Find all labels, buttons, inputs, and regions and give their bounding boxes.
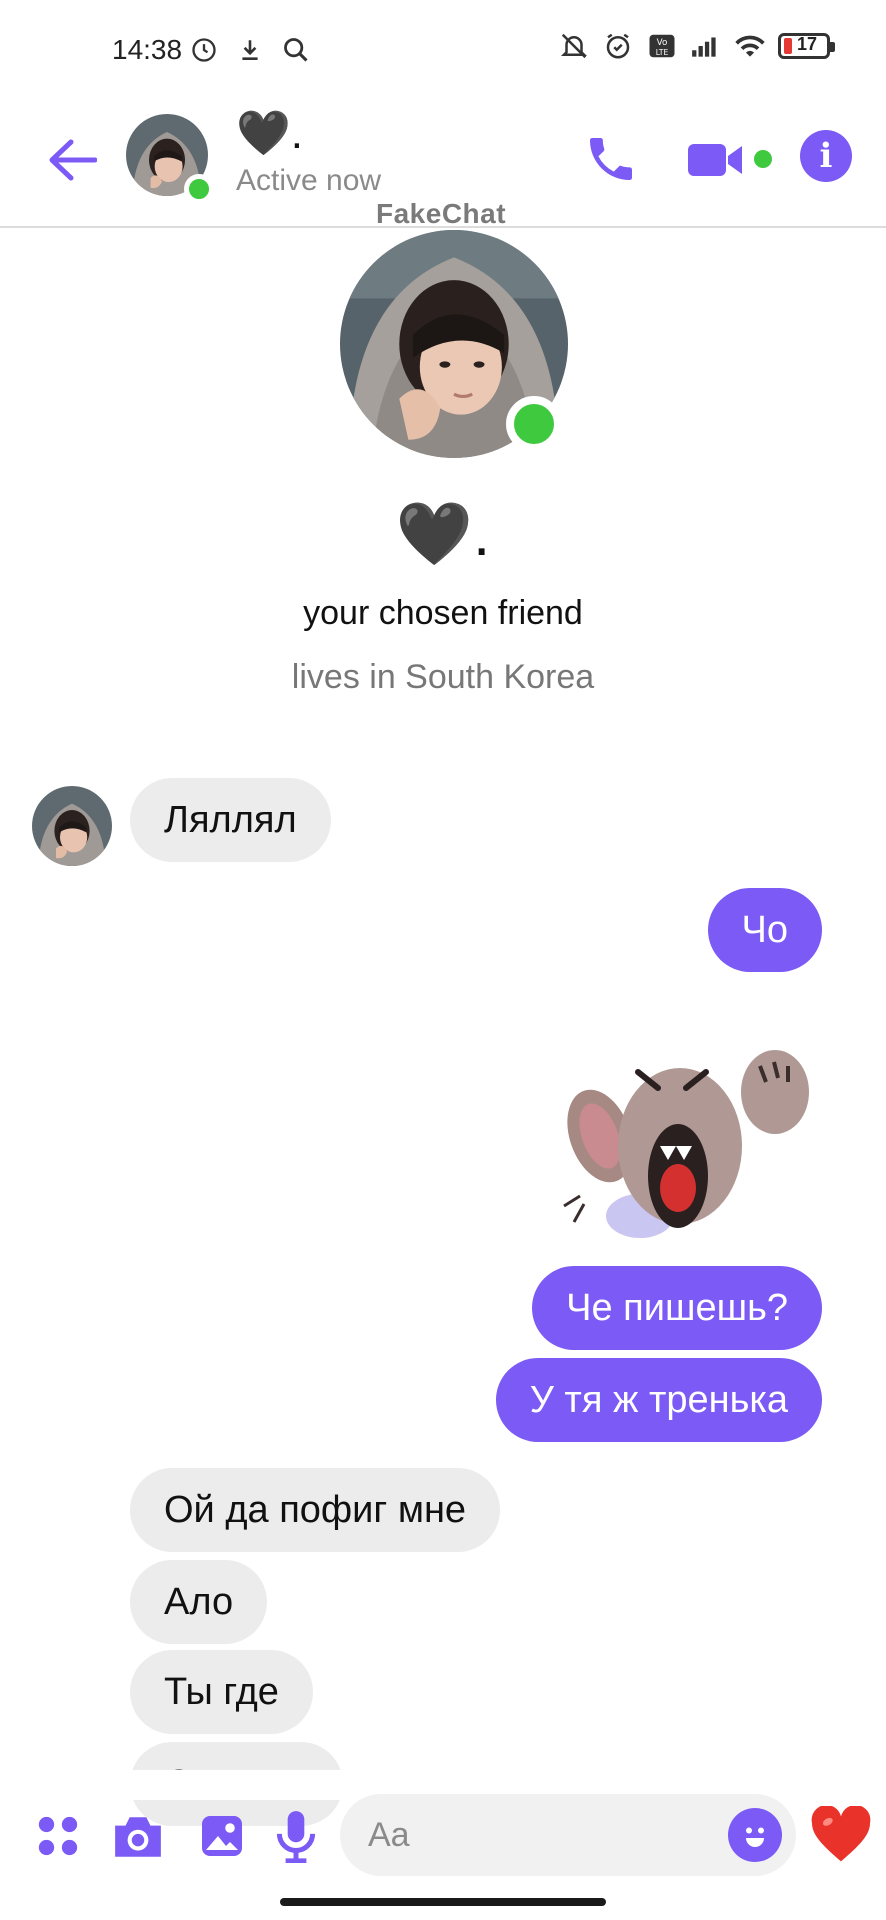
alarm-clock-icon: [188, 34, 220, 66]
profile-location: lives in South Korea: [291, 658, 595, 696]
video-camera-icon: [688, 144, 742, 176]
info-button[interactable]: i: [800, 130, 852, 182]
message-input[interactable]: [368, 1808, 728, 1862]
profile-avatar[interactable]: [340, 230, 568, 458]
heart-button[interactable]: [806, 1802, 876, 1868]
info-icon: i: [819, 136, 833, 176]
battery-icon: 17: [778, 33, 835, 59]
message-incoming[interactable]: Ляллял: [130, 778, 331, 862]
message-input-container: [340, 1794, 796, 1876]
voice-call-button[interactable]: [576, 124, 646, 194]
video-active-dot: [754, 150, 772, 168]
message-outgoing[interactable]: Че пишешь?: [532, 1266, 822, 1350]
camera-button[interactable]: [108, 1806, 168, 1866]
signal-icon: [690, 30, 722, 62]
profile-tagline: your chosen friend: [303, 594, 583, 632]
svg-text:Vo: Vo: [657, 38, 668, 48]
message-outgoing[interactable]: У тя ж тренька: [495, 1358, 822, 1442]
home-indicator[interactable]: [280, 1898, 606, 1906]
angry-elephant-sticker[interactable]: [560, 1036, 830, 1246]
emoji-icon: [746, 1827, 764, 1847]
video-call-button[interactable]: [686, 130, 776, 190]
apps-grid-icon: [38, 1816, 78, 1856]
voice-message-button[interactable]: [266, 1806, 326, 1866]
profile-name: 🖤.: [395, 500, 491, 569]
camera-icon: [115, 1817, 161, 1857]
download-icon: [234, 34, 266, 66]
gallery-button[interactable]: [192, 1806, 252, 1866]
contact-status: Active now: [236, 164, 382, 197]
bell-off-icon: [558, 30, 590, 62]
microphone-icon: [276, 1811, 316, 1863]
message-composer: [0, 1790, 886, 1880]
back-button[interactable]: [40, 128, 104, 192]
message-incoming[interactable]: Ты где: [130, 1650, 313, 1734]
svg-text:LTE: LTE: [656, 48, 669, 57]
alarm-icon: [602, 30, 634, 62]
volte-icon: Vo LTE: [646, 30, 678, 62]
message-avatar[interactable]: [32, 786, 112, 866]
emoji-button[interactable]: [728, 1808, 782, 1862]
online-indicator: [184, 174, 214, 204]
watermark: FakeChat: [376, 198, 507, 229]
message-incoming[interactable]: Ой да пофиг мне: [130, 1468, 501, 1552]
heart-icon: [811, 1806, 871, 1862]
back-arrow-icon: [49, 139, 97, 181]
contact-avatar[interactable]: [126, 114, 214, 204]
message-outgoing[interactable]: Чо: [707, 888, 822, 972]
phone-icon: [590, 138, 632, 180]
status-bar: 14:38 Vo LTE 17: [0, 0, 886, 100]
contact-name[interactable]: 🖤.: [236, 106, 303, 162]
message-incoming[interactable]: Ало: [130, 1560, 268, 1644]
status-time: 14:38: [112, 34, 183, 65]
gallery-icon: [202, 1816, 242, 1856]
online-indicator: [506, 396, 562, 452]
search-icon: [280, 34, 312, 66]
wifi-icon: [734, 30, 766, 62]
apps-button[interactable]: [28, 1806, 88, 1866]
